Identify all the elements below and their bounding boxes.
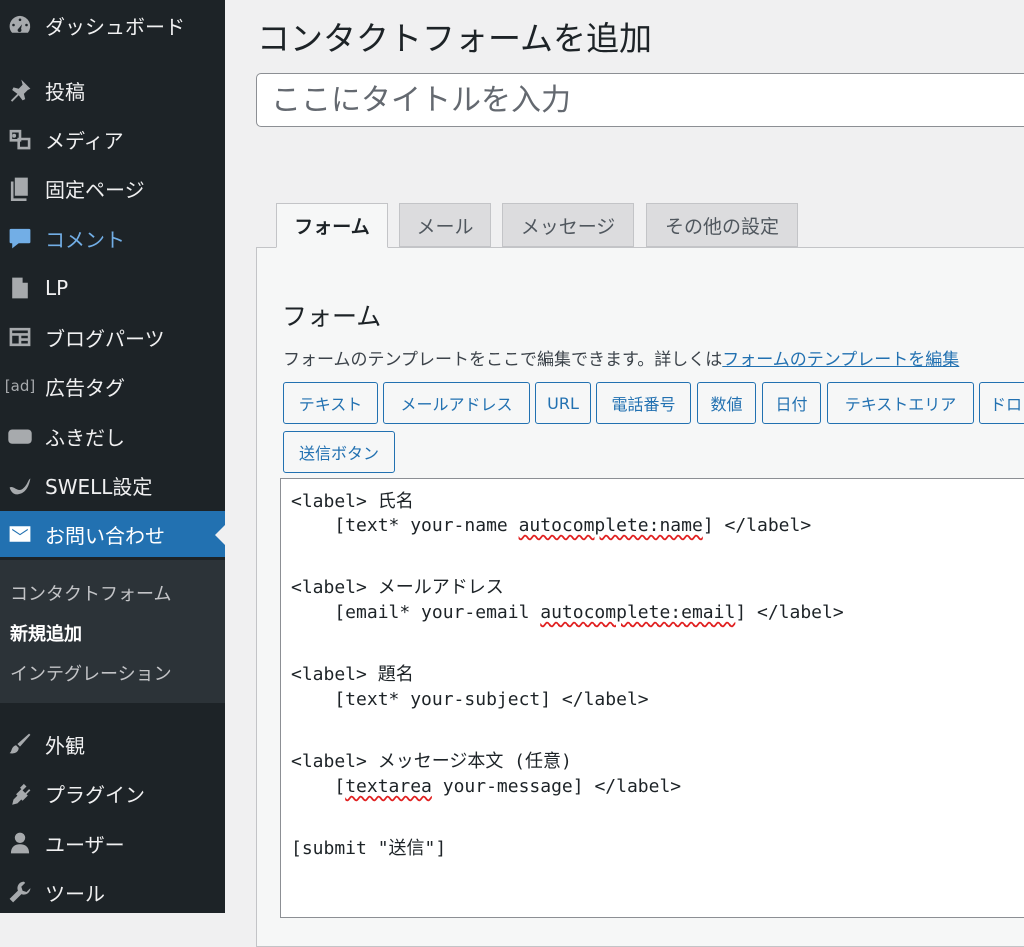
- submenu-item-contact-forms[interactable]: コンタクトフォーム: [10, 580, 171, 606]
- sidebar-item-dashboard[interactable]: ダッシュボード: [0, 2, 225, 48]
- sidebar-item-posts[interactable]: 投稿: [0, 67, 225, 113]
- contact-submenu: コンタクトフォーム 新規追加 インテグレーション: [0, 560, 225, 703]
- sidebar-item-label: ユーザー: [45, 832, 125, 857]
- sidebar-item-blog-parts[interactable]: ブログパーツ: [0, 314, 225, 360]
- spellcheck-word: textarea: [345, 776, 432, 797]
- tag-button-email[interactable]: メールアドレス: [383, 382, 530, 424]
- tab-additional-settings[interactable]: その他の設定: [646, 203, 798, 247]
- submenu-item-add-new[interactable]: 新規追加: [10, 620, 82, 646]
- sidebar-item-label: プラグイン: [45, 782, 145, 807]
- pin-icon: [6, 76, 34, 104]
- tag-button-text[interactable]: テキスト: [283, 382, 378, 424]
- sidebar-item-balloons[interactable]: ふきだし: [0, 413, 225, 459]
- paintbrush-icon: [6, 730, 34, 758]
- sidebar-item-media[interactable]: メディア: [0, 116, 225, 162]
- sidebar-item-label: LP: [45, 276, 69, 300]
- tab-mail[interactable]: メール: [399, 203, 491, 247]
- form-template-doc-link[interactable]: フォームのテンプレートを編集: [722, 350, 959, 370]
- tag-button-textarea[interactable]: テキストエリア: [827, 382, 974, 424]
- tag-button-url[interactable]: URL: [535, 382, 591, 424]
- admin-sidebar: ダッシュボード 投稿 メディア 固定ページ コメント LP ブログパーツ [ad…: [0, 0, 225, 913]
- tag-button-tel[interactable]: 電話番号: [596, 382, 691, 424]
- spellcheck-word: autocomplete:name: [518, 515, 703, 536]
- sidebar-item-plugins[interactable]: プラグイン: [0, 770, 225, 816]
- code-line: <label> 氏名: [291, 491, 414, 512]
- sidebar-item-label: ふきだし: [45, 425, 125, 450]
- sidebar-item-label: ダッシュボード: [45, 14, 185, 39]
- sidebar-item-appearance[interactable]: 外観: [0, 721, 225, 767]
- mail-icon: [6, 520, 34, 548]
- submenu-item-integration[interactable]: インテグレーション: [10, 660, 172, 686]
- plugin-icon: [6, 779, 34, 807]
- page-icon: [6, 274, 34, 302]
- code-line: <label> 題名: [291, 664, 414, 685]
- code-line: [textarea your-message] </label>: [291, 776, 682, 797]
- form-template-editor[interactable]: <label> 氏名 [text* your-name autocomplete…: [280, 478, 1024, 918]
- sidebar-item-pages[interactable]: 固定ページ: [0, 165, 225, 211]
- panel-description: フォームのテンプレートをここで編集できます。詳しくはフォームのテンプレートを編集: [283, 345, 959, 370]
- sidebar-item-tools[interactable]: ツール: [0, 869, 225, 915]
- sidebar-item-label: 広告タグ: [45, 375, 125, 400]
- user-icon: [6, 829, 34, 857]
- current-menu-arrow: [215, 525, 225, 545]
- tag-button-dropdown[interactable]: ドロ: [979, 382, 1024, 424]
- page-title: コンタクトフォームを追加: [257, 19, 653, 58]
- media-icon: [6, 125, 34, 153]
- speech-bubble-icon: [6, 422, 34, 450]
- title-input[interactable]: [256, 73, 1024, 127]
- layout-icon: [6, 323, 34, 351]
- sidebar-item-label: ブログパーツ: [45, 326, 165, 351]
- code-line: [text* your-subject] </label>: [291, 689, 649, 710]
- tag-button-date[interactable]: 日付: [762, 382, 821, 424]
- sidebar-item-users[interactable]: ユーザー: [0, 820, 225, 866]
- sidebar-item-label: コメント: [45, 227, 125, 252]
- panel-description-text: フォームのテンプレートをここで編集できます。詳しくは: [283, 350, 723, 370]
- dashboard-icon: [6, 11, 34, 39]
- pages-icon: [6, 174, 34, 202]
- tag-button-number[interactable]: 数値: [697, 382, 756, 424]
- sidebar-item-label: メディア: [45, 128, 124, 153]
- sidebar-item-label: 投稿: [45, 79, 85, 104]
- sidebar-item-comments[interactable]: コメント: [0, 215, 225, 261]
- code-line: [text* your-name autocomplete:name] </la…: [291, 515, 812, 536]
- sidebar-item-label: SWELL設定: [45, 474, 153, 499]
- sidebar-item-lp[interactable]: LP: [0, 265, 225, 311]
- code-line: <label> メッセージ本文 (任意): [291, 751, 572, 772]
- sidebar-item-label: 外観: [45, 733, 85, 758]
- sidebar-item-swell-settings[interactable]: SWELL設定: [0, 462, 225, 508]
- ad-icon: [ad]: [4, 377, 36, 395]
- swell-icon: [6, 471, 34, 499]
- tab-form[interactable]: フォーム: [276, 203, 388, 248]
- code-line: <label> メールアドレス: [291, 577, 504, 598]
- sidebar-item-contact[interactable]: お問い合わせ: [0, 511, 225, 557]
- panel-heading: フォーム: [282, 302, 382, 331]
- tab-messages[interactable]: メッセージ: [502, 203, 634, 247]
- spellcheck-word: autocomplete:email: [540, 602, 736, 623]
- sidebar-item-ad-tags[interactable]: [ad] 広告タグ: [0, 363, 225, 409]
- code-line: [email* your-email autocomplete:email] <…: [291, 602, 844, 623]
- sidebar-item-label: お問い合わせ: [45, 523, 165, 548]
- comment-icon: [6, 224, 34, 252]
- sidebar-item-label: ツール: [45, 881, 105, 906]
- sidebar-item-label: 固定ページ: [45, 177, 145, 202]
- wrench-icon: [6, 878, 34, 906]
- tag-button-submit[interactable]: 送信ボタン: [283, 431, 395, 473]
- code-line: [submit "送信"]: [291, 838, 447, 859]
